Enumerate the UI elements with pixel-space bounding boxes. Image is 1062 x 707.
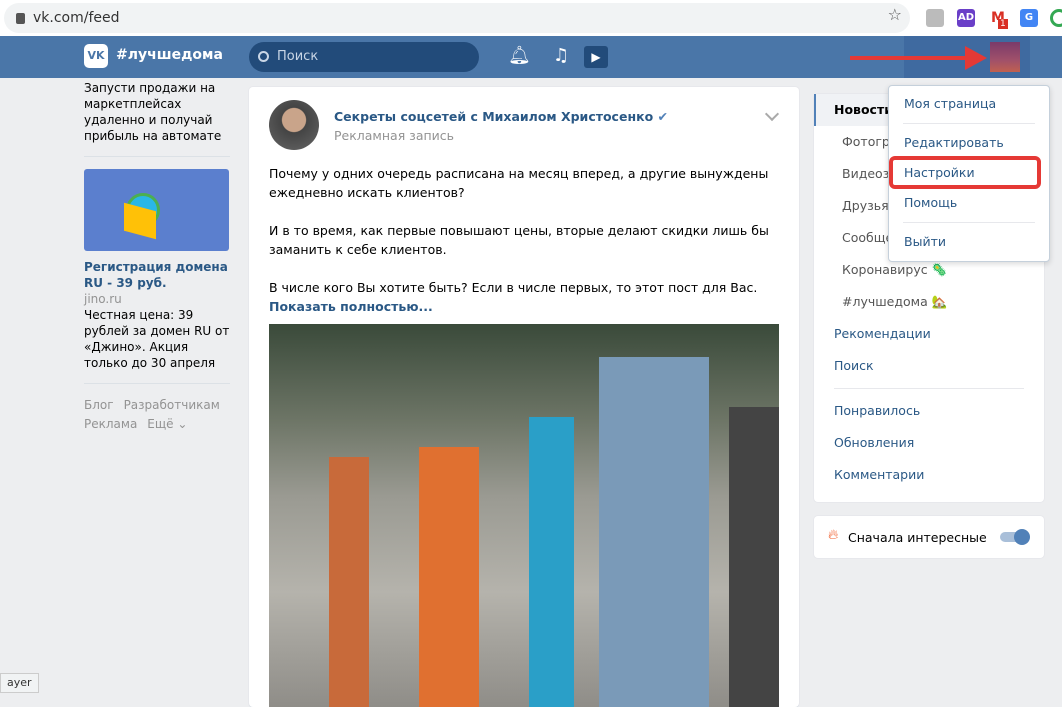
- verified-icon: ✔: [657, 109, 668, 124]
- post-author: Секреты соцсетей с Михаилом Христосенко …: [334, 109, 668, 124]
- menu-help[interactable]: Помощь: [889, 188, 1049, 218]
- toggle-label: Сначала интересные: [848, 530, 987, 545]
- nav-liked[interactable]: Понравилось: [814, 395, 1044, 427]
- ad-title[interactable]: Регистрация домена RU - 39 руб.: [84, 259, 230, 291]
- fire-icon: 🔥︎: [828, 527, 839, 543]
- left-column: Запусти продажи на маркетплейсах удаленн…: [84, 80, 230, 434]
- nav-updates[interactable]: Обновления: [814, 427, 1044, 459]
- post-paragraph: В числе кого Вы хотите быть? Если в числ…: [269, 280, 758, 295]
- footer-link-ads[interactable]: Реклама: [84, 417, 137, 431]
- chevron-down-icon[interactable]: [764, 106, 780, 122]
- post-subtitle: Рекламная запись: [334, 128, 455, 143]
- ad-text: Честная цена: 39 рублей за домен RU от «…: [84, 308, 230, 370]
- menu-my-page[interactable]: Моя страница: [889, 89, 1049, 119]
- show-more-link[interactable]: Показать полностью...: [269, 297, 769, 316]
- footer-link-more[interactable]: Ещё ⌄: [147, 417, 187, 431]
- gmail-badge: 1: [998, 19, 1008, 29]
- lock-icon: [16, 12, 25, 24]
- footer-link-developers[interactable]: Разработчикам: [124, 398, 220, 412]
- bell-icon[interactable]: 🔔︎: [508, 45, 531, 66]
- shield-extension-icon[interactable]: [926, 9, 944, 27]
- post-author-name[interactable]: Секреты соцсетей с Михаилом Христосенко: [334, 109, 653, 124]
- footer-link-blog[interactable]: Блог: [84, 398, 114, 412]
- menu-logout[interactable]: Выйти: [889, 227, 1049, 257]
- annotation-arrow: [850, 56, 970, 60]
- extension-icon[interactable]: [1050, 9, 1062, 27]
- address-bar[interactable]: vk.com/feed: [4, 3, 910, 33]
- post-paragraph: Почему у одних очередь расписана на меся…: [269, 166, 769, 200]
- nav-recommendations[interactable]: Рекомендации: [814, 318, 1044, 350]
- nav-search[interactable]: Поиск: [814, 350, 1044, 382]
- header-hashtag[interactable]: #лучшедома: [116, 47, 223, 63]
- search-icon: [258, 51, 269, 62]
- search-placeholder: Поиск: [277, 49, 319, 64]
- play-icon[interactable]: ▶: [584, 46, 608, 68]
- avatar: [990, 42, 1020, 72]
- music-icon[interactable]: ♫: [553, 45, 569, 66]
- ad-image[interactable]: [84, 169, 229, 251]
- browser-chrome: vk.com/feed ☆ AD M 1 G: [0, 0, 1062, 36]
- post-photo[interactable]: [269, 324, 779, 707]
- translate-extension-icon[interactable]: G: [1020, 9, 1038, 27]
- nav-comments[interactable]: Комментарии: [814, 459, 1044, 491]
- ad-extension-icon[interactable]: AD: [957, 9, 975, 27]
- vk-logo[interactable]: VK: [84, 44, 108, 68]
- interesting-first-toggle[interactable]: 🔥︎ Сначала интересные: [814, 516, 1044, 558]
- ad-domain: jino.ru: [84, 292, 122, 306]
- feed-post: Секреты соцсетей с Михаилом Христосенко …: [249, 87, 799, 707]
- settings-highlight-box: [889, 156, 1041, 189]
- toggle-switch[interactable]: [1000, 529, 1030, 545]
- nav-hashtag[interactable]: #лучшедома 🏡: [814, 286, 1044, 318]
- promo-text[interactable]: Запусти продажи на маркетплейсах удаленн…: [84, 80, 230, 144]
- post-text: Почему у одних очередь расписана на меся…: [269, 164, 769, 316]
- annotation-arrowhead: [965, 46, 987, 70]
- bookmark-star-icon[interactable]: ☆: [888, 5, 902, 24]
- search-input[interactable]: Поиск: [249, 42, 479, 72]
- post-paragraph: И в то время, как первые повышают цены, …: [269, 223, 769, 257]
- status-tooltip: ayer: [0, 673, 39, 693]
- url-text: vk.com/feed: [33, 10, 120, 26]
- post-author-avatar[interactable]: [269, 100, 319, 150]
- menu-edit[interactable]: Редактировать: [889, 128, 1049, 158]
